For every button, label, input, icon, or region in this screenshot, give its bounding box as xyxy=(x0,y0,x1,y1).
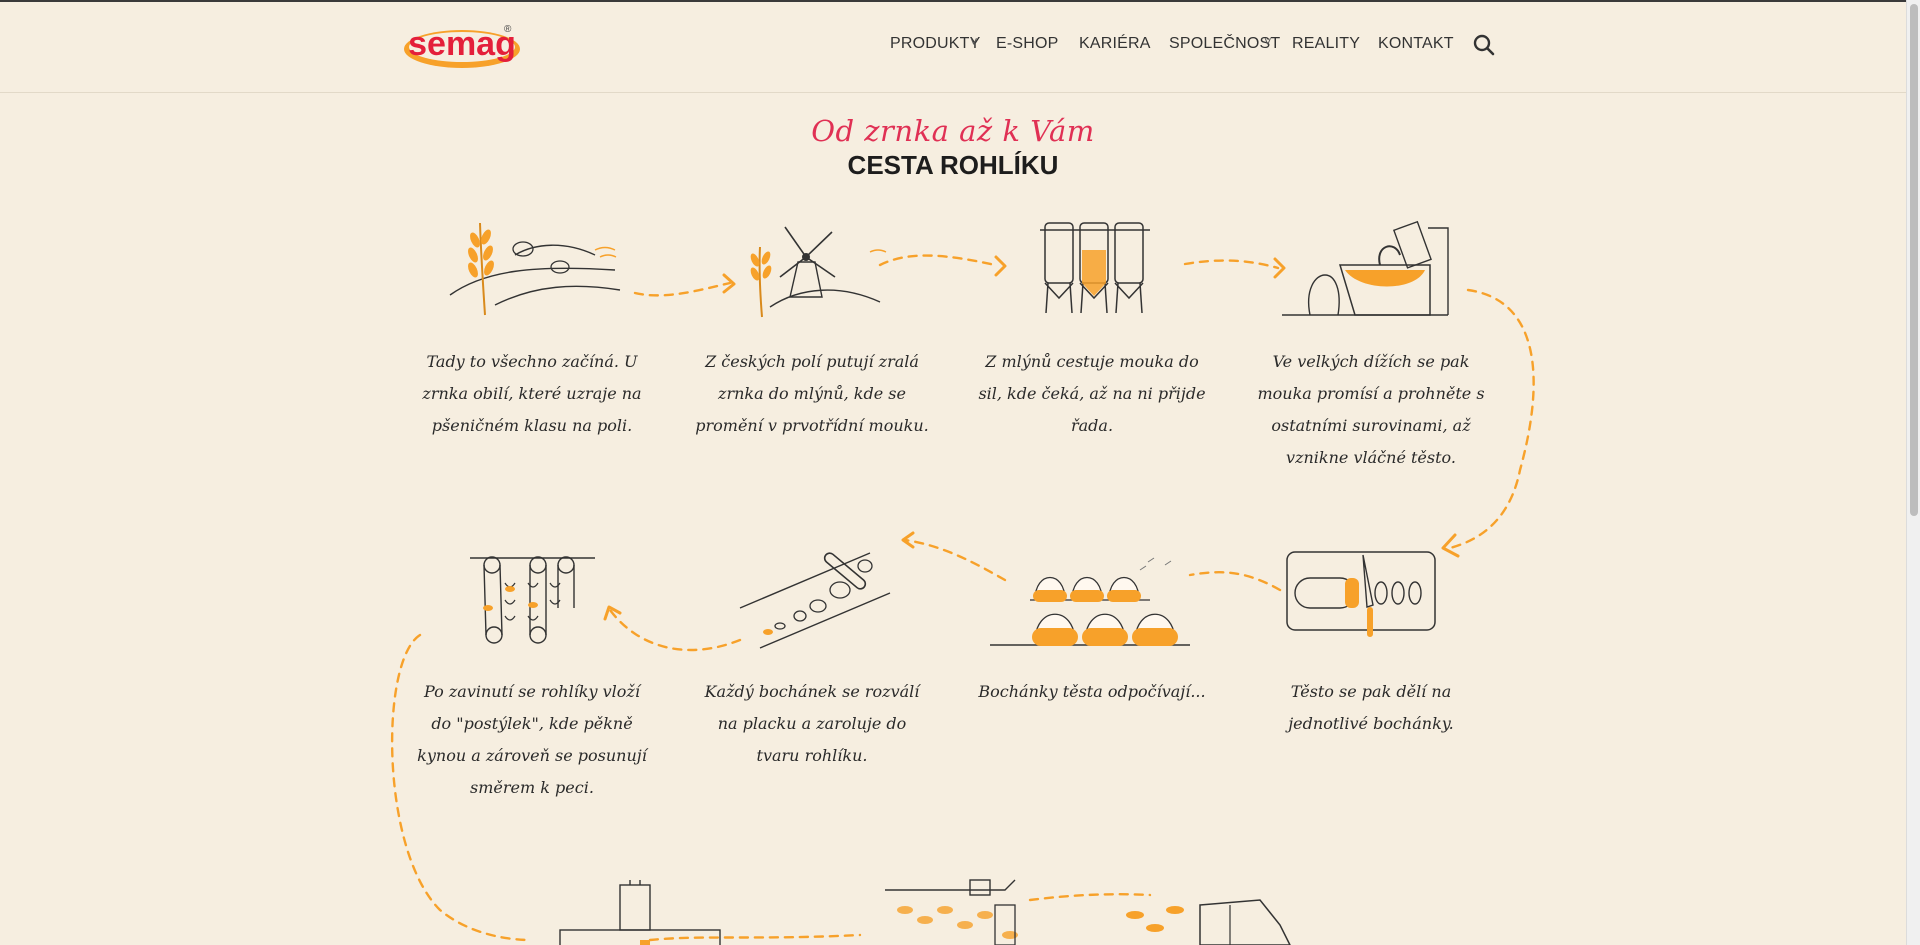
windmill-icon xyxy=(750,226,887,318)
step-3-text: Z mlýnů cestuje mouka do sil, kde čeká, … xyxy=(978,352,1206,435)
wheat-field-icon xyxy=(449,222,621,316)
step-8-text: Těsto se pak dělí na jednotlivé bochánky… xyxy=(1288,682,1454,733)
oven-icon xyxy=(559,880,721,945)
step-6-text: Každý bochánek se rozválí na placku a za… xyxy=(704,682,920,765)
arrow-icon xyxy=(994,255,1007,277)
rolling-pin-icon xyxy=(739,552,891,649)
step-7-text: Bochánky těsta odpočívají... xyxy=(978,682,1206,701)
scrollbar-thumb[interactable] xyxy=(1910,4,1918,516)
dough-mixer-icon xyxy=(1282,220,1449,316)
journey-path xyxy=(390,254,1535,942)
step-4-text: Ve velkých dížích se pak mouka promísí a… xyxy=(1257,352,1485,467)
silos-icon xyxy=(1040,222,1150,314)
dough-cutting-icon xyxy=(1286,551,1436,637)
baking-conveyor-icon xyxy=(885,879,1018,945)
resting-dough-icon xyxy=(990,557,1190,646)
step-2-text: Z českých polí putují zralá zrnka do mlý… xyxy=(695,352,929,435)
step-1-text: Tady to všechno začíná. U zrnka obilí, k… xyxy=(422,352,642,435)
proofing-conveyor-icon xyxy=(470,556,595,644)
delivery-van-icon xyxy=(1126,899,1291,945)
page-scrollbar[interactable] xyxy=(1906,0,1920,945)
step-5-text: Po zavinutí se rohlíky vloží do "postýle… xyxy=(417,682,647,797)
